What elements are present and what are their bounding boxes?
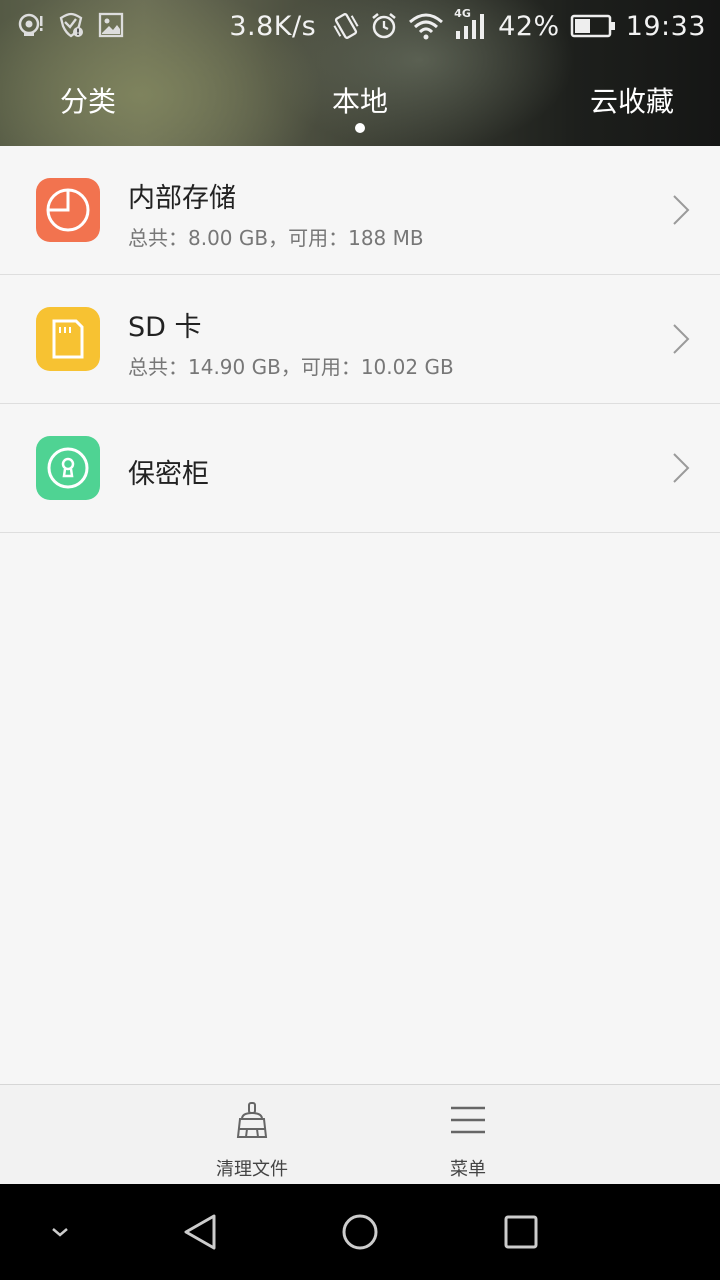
recents-icon[interactable] <box>481 1184 561 1280</box>
item-subtitle: 总共：8.00 GB，可用：188 MB <box>128 226 424 250</box>
lock-keyhole-icon <box>36 436 100 500</box>
sd-card-item[interactable]: SD 卡 总共：14.90 GB，可用：10.02 GB <box>0 275 720 404</box>
net-speed: 3.8K/s <box>229 10 317 42</box>
image-icon <box>98 12 124 38</box>
item-title: 内部存储 <box>128 183 236 214</box>
safe-item[interactable]: 保密柜 <box>0 404 720 533</box>
storage-list: 内部存储 总共：8.00 GB，可用：188 MB SD 卡 总共：14.90 … <box>0 146 720 533</box>
battery-percent: 42% <box>498 10 560 42</box>
active-tab-indicator <box>355 123 365 133</box>
chevron-right-icon <box>672 323 690 359</box>
tab-cloud-favorites[interactable]: 云收藏 <box>590 80 674 120</box>
vibrate-icon <box>332 11 360 41</box>
item-title: SD 卡 <box>128 312 202 343</box>
internal-storage-item[interactable]: 内部存储 总共：8.00 GB，可用：188 MB <box>0 146 720 275</box>
back-icon[interactable] <box>160 1184 240 1280</box>
bottom-action-bar: 清理文件 菜单 <box>0 1084 720 1184</box>
shield-alert-icon <box>58 12 84 38</box>
brush-icon <box>234 1101 270 1145</box>
sd-card-icon <box>36 307 100 371</box>
chevron-right-icon <box>672 452 690 488</box>
clock: 19:33 <box>625 10 706 42</box>
hamburger-menu-icon <box>449 1105 487 1139</box>
home-icon[interactable] <box>320 1184 400 1280</box>
clean-files-button[interactable]: 清理文件 <box>182 1085 322 1185</box>
collapse-chevron-icon[interactable] <box>30 1184 90 1280</box>
tab-bar: 分类 本地 云收藏 <box>0 70 720 140</box>
battery-icon <box>570 13 616 39</box>
item-subtitle: 总共：14.90 GB，可用：10.02 GB <box>128 355 454 379</box>
navigation-bar <box>0 1184 720 1280</box>
item-title: 保密柜 <box>128 459 209 490</box>
clean-files-label: 清理文件 <box>216 1159 288 1180</box>
alarm-icon <box>370 12 398 40</box>
signal-icon: 4G <box>454 7 488 41</box>
status-bar: 3.8K/s 4G 42% 19:33 <box>0 0 720 50</box>
network-type-label: 4G <box>454 7 471 20</box>
menu-button[interactable]: 菜单 <box>398 1085 538 1185</box>
header: 3.8K/s 4G 42% 19:33 分类 本地 云收藏 <box>0 0 720 146</box>
menu-label: 菜单 <box>450 1159 486 1180</box>
pie-chart-icon <box>36 178 100 242</box>
tab-local[interactable]: 本地 <box>332 80 388 120</box>
tab-category[interactable]: 分类 <box>60 80 116 120</box>
notification-app-icon <box>18 12 44 38</box>
wifi-icon <box>408 12 444 40</box>
chevron-right-icon <box>672 194 690 230</box>
